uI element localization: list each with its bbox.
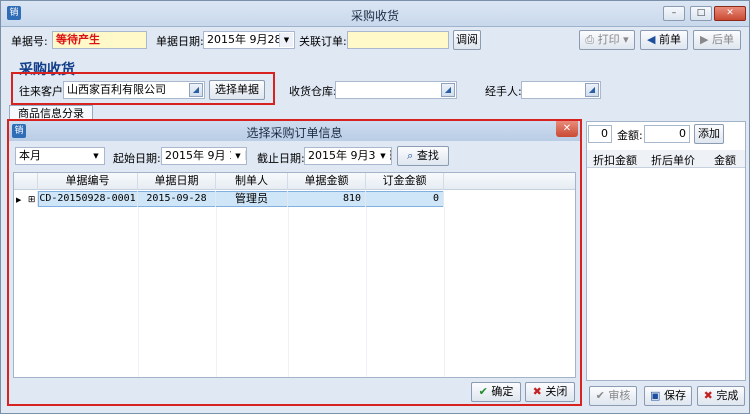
handler-field[interactable]: ◢ xyxy=(521,81,601,99)
col-doc-amount: 单据金额 xyxy=(288,173,366,190)
customer-field[interactable]: 山西家百利有限公司 ◢ xyxy=(63,81,205,99)
save-button[interactable]: ▣ 保存 xyxy=(644,386,692,406)
doc-date-picker[interactable]: 2015年 9月28日 ▼ xyxy=(203,31,295,49)
save-icon: ▣ xyxy=(650,389,661,402)
customer-label: 往来客户: xyxy=(19,85,67,98)
x-icon: ✖ xyxy=(703,389,713,402)
item-grid-header: 折扣金额 折后单价 金额 xyxy=(587,150,745,168)
prev-doc-label: 前单 xyxy=(658,33,681,46)
maximize-button[interactable]: □ xyxy=(690,6,712,21)
doc-no-label: 单据号: xyxy=(11,35,48,48)
grid-divider xyxy=(444,207,445,377)
cell-doc-date: 2015-09-28 xyxy=(138,191,216,207)
handler-label: 经手人: xyxy=(485,85,522,98)
qty-field[interactable]: 0 xyxy=(588,125,612,143)
grid-indicator-header xyxy=(14,173,38,190)
select-doc-button[interactable]: 选择单据 xyxy=(209,80,265,100)
next-doc-label: 后单 xyxy=(711,33,734,46)
printer-icon: ⎙ xyxy=(585,33,595,46)
warehouse-label: 收货仓库: xyxy=(289,85,337,98)
expand-icon[interactable]: ⊞ xyxy=(28,195,36,205)
cell-maker: 管理员 xyxy=(216,191,288,207)
doc-no-field: 等待产生 xyxy=(52,31,147,49)
header-row: 单据号: 等待产生 单据日期: 2015年 9月28日 ▼ 关联订单: 调阅 ⎙… xyxy=(1,29,749,51)
cancel-label: 关闭 xyxy=(545,385,568,398)
col-doc-no: 单据编号 xyxy=(38,173,138,190)
warehouse-field[interactable]: ◢ xyxy=(335,81,457,99)
dialog-title-bar: 销 选择采购订单信息 ✕ xyxy=(9,121,580,141)
row-indicator: ▶ ⊞ xyxy=(14,191,38,207)
checkmark-icon: ✔ xyxy=(478,385,488,398)
ok-button[interactable]: ✔ 确定 xyxy=(471,382,521,402)
check-icon: ✔ xyxy=(595,389,605,402)
save-label: 保存 xyxy=(663,389,686,402)
title-bar: 销 采购收货 – □ ✕ xyxy=(1,1,749,27)
end-date-label: 截止日期: xyxy=(257,152,305,165)
cell-doc-amount: 810 xyxy=(288,191,366,207)
related-order-field[interactable] xyxy=(347,31,449,49)
dialog-cancel-button[interactable]: ✖ 关闭 xyxy=(525,382,575,402)
order-grid: 单据编号 单据日期 制单人 单据金额 订金金额 ▶ ⊞ CD-20150928-… xyxy=(13,172,576,378)
period-value: 本月 xyxy=(19,149,41,162)
col-discounted-price: 折后单价 xyxy=(651,154,695,167)
start-date-dropdown-icon[interactable]: ▼ xyxy=(231,149,245,163)
audit-button[interactable]: ✔ 审核 xyxy=(589,386,637,406)
col-discount-amount: 折扣金额 xyxy=(593,154,637,167)
grid-divider xyxy=(138,207,139,377)
end-date-picker[interactable]: 2015年 9月30日 ▼ xyxy=(304,147,392,165)
period-select[interactable]: 本月 ▼ xyxy=(15,147,105,165)
cell-doc-no: CD-20150928-0001 xyxy=(38,191,138,207)
customer-value: 山西家百利有限公司 xyxy=(67,83,166,96)
dialog-filter-bar: 本月 ▼ 起始日期: 2015年 9月 1日 ▼ 截止日期: 2015年 9月3… xyxy=(13,145,576,167)
col-doc-date: 单据日期 xyxy=(138,173,216,190)
audit-label: 审核 xyxy=(608,389,631,402)
minimize-button[interactable]: – xyxy=(663,6,685,21)
dialog-title: 选择采购订单信息 xyxy=(246,126,343,140)
grid-divider xyxy=(288,207,289,377)
item-grid-right: 0 金额: 0 添加 折扣金额 折后单价 金额 xyxy=(586,121,746,381)
dialog-footer: ✔ 确定 ✖ 关闭 xyxy=(9,379,580,404)
close-button[interactable]: ✕ xyxy=(714,6,746,21)
grid-divider xyxy=(366,207,367,377)
lookup-button[interactable]: 调阅 xyxy=(453,30,481,50)
search-icon: ⌕ xyxy=(407,149,414,162)
chevron-down-icon[interactable]: ▼ xyxy=(89,149,103,163)
search-button[interactable]: ⌕ 查找 xyxy=(397,146,449,166)
select-order-dialog: 销 选择采购订单信息 ✕ 本月 ▼ 起始日期: 2015年 9月 1日 ▼ 截止… xyxy=(7,119,582,406)
calendar-dropdown-icon[interactable]: ▼ xyxy=(279,33,293,47)
grid-divider xyxy=(216,207,217,377)
print-label: 打印 xyxy=(597,33,620,46)
amount-field[interactable]: 0 xyxy=(644,125,690,143)
prev-doc-button[interactable]: ◀ 前单 xyxy=(640,30,688,50)
related-order-label: 关联订单: xyxy=(299,35,347,48)
row-pointer-icon: ▶ xyxy=(16,196,22,204)
ok-label: 确定 xyxy=(491,385,514,398)
start-date-picker[interactable]: 2015年 9月 1日 ▼ xyxy=(161,147,247,165)
end-date-dropdown-icon[interactable]: ▼ xyxy=(376,149,390,163)
cell-deposit-amount: 0 xyxy=(366,191,444,207)
next-doc-button[interactable]: ▶ 后单 xyxy=(693,30,741,50)
col-amount: 金额 xyxy=(714,154,736,167)
arrow-right-icon: ▶ xyxy=(700,33,709,46)
table-row[interactable]: ▶ ⊞ CD-20150928-0001 2015-09-28 管理员 810 … xyxy=(14,191,575,207)
add-button[interactable]: 添加 xyxy=(694,124,724,144)
finish-button[interactable]: ✖ 完成 xyxy=(697,386,745,406)
warehouse-picker-icon[interactable]: ◢ xyxy=(441,83,455,97)
start-date-label: 起始日期: xyxy=(113,152,161,165)
dialog-close-icon[interactable]: ✕ xyxy=(556,121,578,137)
col-deposit-amount: 订金金额 xyxy=(366,173,444,190)
print-button[interactable]: ⎙ 打印 ▾ xyxy=(579,30,635,50)
doc-date-label: 单据日期: xyxy=(156,35,204,48)
amount-label: 金额: xyxy=(617,129,643,142)
order-grid-header: 单据编号 单据日期 制单人 单据金额 订金金额 xyxy=(14,173,575,190)
search-label: 查找 xyxy=(416,149,439,162)
col-maker: 制单人 xyxy=(216,173,288,190)
finish-label: 完成 xyxy=(716,389,739,402)
customer-picker-icon[interactable]: ◢ xyxy=(189,83,203,97)
close-icon: ✖ xyxy=(532,385,542,398)
arrow-left-icon: ◀ xyxy=(647,33,656,46)
window-title: 采购收货 xyxy=(350,9,399,23)
handler-picker-icon[interactable]: ◢ xyxy=(585,83,599,97)
